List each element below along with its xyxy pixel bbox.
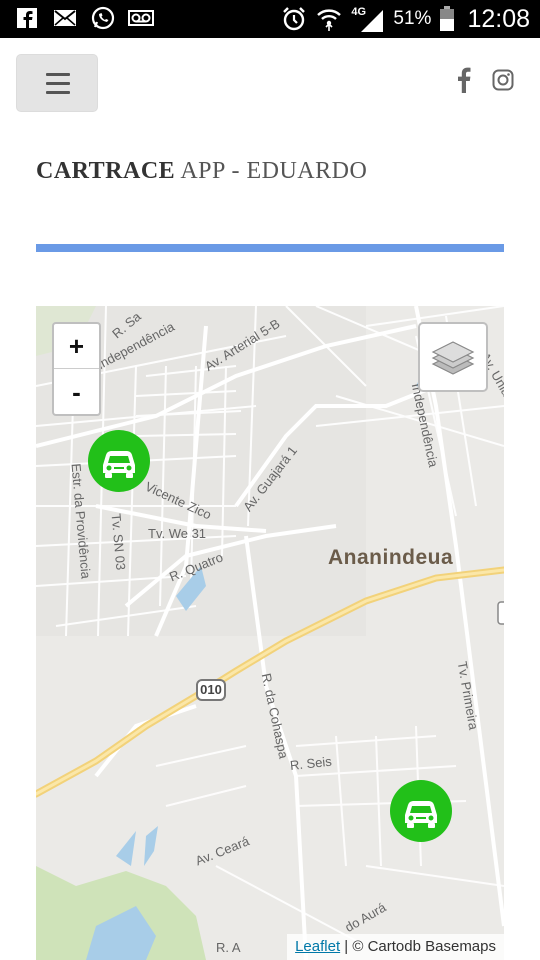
facebook-icon bbox=[17, 8, 37, 28]
street-label: Tv. We 31 bbox=[148, 526, 207, 541]
alarm-icon bbox=[283, 7, 306, 31]
app-name: CARTRACE bbox=[36, 158, 176, 184]
attribution-text: | © Cartodb Basemaps bbox=[340, 938, 496, 955]
map-view[interactable]: R. Sa Independência Av. Arterial 5-B Est… bbox=[36, 306, 504, 960]
zoom-out-button[interactable]: - bbox=[54, 370, 99, 415]
whatsapp-icon bbox=[91, 6, 115, 30]
page-title: CARTRACE APP - EDUARDO bbox=[36, 158, 367, 185]
signal-icon bbox=[361, 10, 384, 32]
battery-percent: 51% bbox=[393, 8, 432, 29]
car-marker-2[interactable] bbox=[389, 779, 453, 843]
mobile-signal: 4G bbox=[351, 4, 385, 34]
email-icon bbox=[54, 10, 76, 26]
facebook-icon[interactable] bbox=[456, 66, 472, 94]
voicemail-icon bbox=[128, 10, 154, 26]
car-marker-1[interactable] bbox=[87, 429, 151, 493]
battery-icon bbox=[440, 6, 455, 31]
menu-button[interactable] bbox=[16, 54, 98, 112]
status-bar: 4G 51% 12:08 bbox=[0, 0, 540, 38]
city-label: Ananindeua bbox=[328, 546, 454, 569]
layers-button[interactable] bbox=[418, 322, 488, 392]
app-owner: APP - EDUARDO bbox=[175, 158, 368, 184]
title-divider bbox=[36, 244, 504, 252]
zoom-in-button[interactable]: + bbox=[54, 324, 99, 369]
system-icons: 4G 51% 12:08 bbox=[281, 0, 530, 38]
clock: 12:08 bbox=[467, 4, 530, 33]
leaflet-link[interactable]: Leaflet bbox=[295, 938, 340, 955]
highway-shield: 010 bbox=[196, 679, 226, 701]
zoom-control: + - bbox=[52, 322, 101, 416]
hamburger-icon-bar bbox=[46, 91, 70, 94]
hamburger-icon-bar bbox=[46, 82, 70, 85]
hamburger-icon bbox=[46, 73, 70, 76]
layers-icon bbox=[431, 341, 475, 375]
street-label: R. A bbox=[216, 940, 241, 955]
map-attribution: Leaflet | © Cartodb Basemaps bbox=[287, 934, 504, 960]
notification-icons bbox=[14, 6, 154, 30]
map-tiles bbox=[36, 306, 504, 960]
wifi-icon bbox=[317, 9, 342, 31]
instagram-icon[interactable] bbox=[492, 69, 514, 91]
